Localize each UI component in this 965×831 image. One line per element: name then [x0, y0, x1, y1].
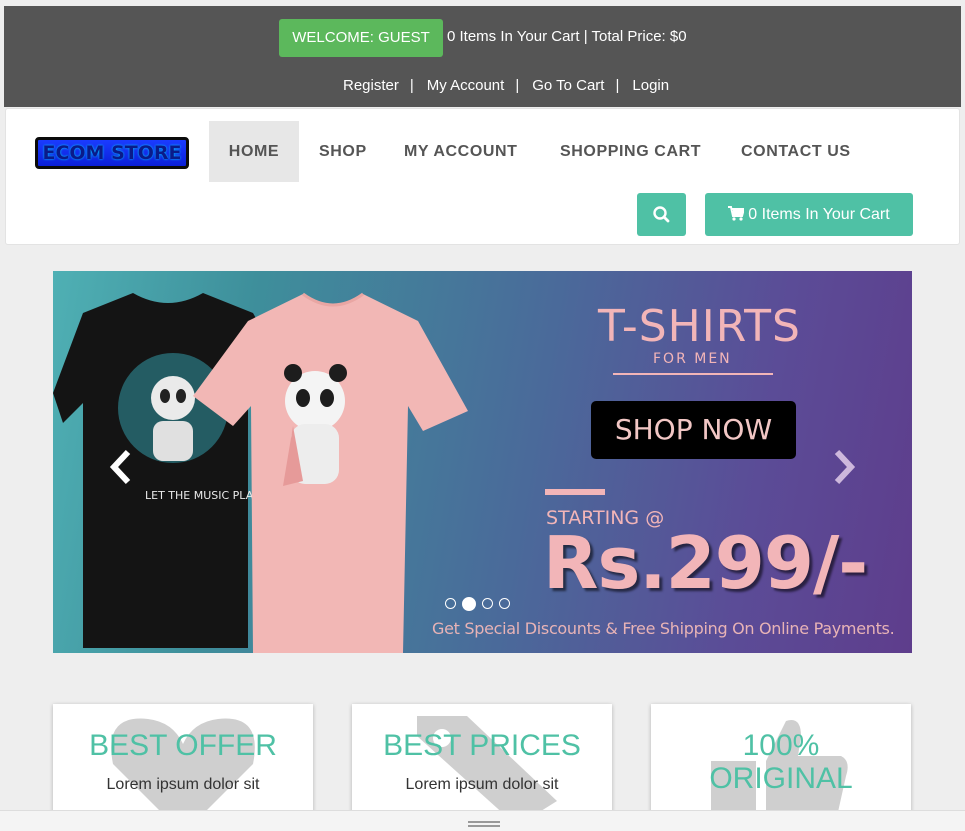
shopping-cart-icon: [728, 206, 746, 221]
box-text: Lorem ipsum dolor sit: [106, 776, 260, 793]
nav-my-account[interactable]: MY ACCOUNT: [404, 121, 518, 182]
cart-button-label: 0 Items In Your Cart: [748, 206, 890, 223]
register-link[interactable]: Register: [343, 77, 399, 94]
banner-title: T-SHIRTS: [598, 301, 801, 352]
carousel-dot-2[interactable]: [462, 596, 476, 611]
browser-viewport: WELCOME: GUEST 0 Items In Your Cart | To…: [4, 4, 961, 810]
nav-shopping-cart[interactable]: SHOPPING CART: [560, 121, 701, 182]
main-navbar: ECOM STORE HOME SHOP MY ACCOUNT SHOPPING…: [5, 108, 960, 245]
search-button[interactable]: [637, 193, 686, 236]
my-account-link[interactable]: My Account: [427, 77, 505, 94]
banner-discount-text: Get Special Discounts & Free Shipping On…: [432, 619, 895, 638]
pink-tshirt-image: [193, 292, 468, 653]
hero-carousel: LET THE MUSIC PLAY T-SHIRTS FOR MEN SHOP…: [53, 271, 912, 653]
box-text: Lorem ipsum dolor sit: [405, 776, 559, 793]
carousel-dot-3[interactable]: [482, 598, 493, 610]
search-icon: [653, 206, 670, 223]
box-title: 100% ORIGINAL: [709, 729, 853, 795]
cart-summary-text: 0 Items In Your Cart | Total Price: $0: [447, 28, 687, 45]
feature-box-best-offer: BEST OFFER Lorem ipsum dolor sit: [53, 704, 313, 810]
top-links: Register | My Account | Go To Cart | Login: [343, 77, 670, 94]
resize-grip-icon[interactable]: [468, 821, 500, 827]
top-bar: WELCOME: GUEST 0 Items In Your Cart | To…: [4, 6, 961, 107]
nav-shop[interactable]: SHOP: [319, 121, 367, 182]
cart-button[interactable]: 0 Items In Your Cart: [705, 193, 913, 236]
banner-price: Rs.299/-: [543, 521, 868, 605]
banner-divider: [613, 373, 773, 375]
box-title: BEST PRICES: [383, 729, 581, 762]
nav-contact-us[interactable]: CONTACT US: [741, 121, 851, 182]
go-to-cart-link[interactable]: Go To Cart: [532, 77, 604, 94]
carousel-dot-1[interactable]: [445, 598, 456, 610]
login-link[interactable]: Login: [632, 77, 669, 94]
banner-subtitle: FOR MEN: [653, 351, 732, 367]
nav-home[interactable]: HOME: [209, 121, 299, 182]
price-accent-bar: [545, 489, 605, 495]
feature-box-original: 100% ORIGINAL: [651, 704, 911, 810]
shop-now-button[interactable]: SHOP NOW: [591, 401, 796, 459]
store-logo[interactable]: ECOM STORE: [35, 137, 189, 169]
carousel-dot-4[interactable]: [499, 598, 510, 610]
carousel-indicators: [445, 595, 516, 613]
carousel-prev-arrow[interactable]: [108, 449, 134, 485]
carousel-next-arrow[interactable]: [831, 449, 857, 485]
window-bottom-bar: [0, 810, 965, 831]
box-title: BEST OFFER: [89, 729, 277, 762]
welcome-button[interactable]: WELCOME: GUEST: [279, 19, 443, 57]
feature-box-best-prices: BEST PRICES Lorem ipsum dolor sit: [352, 704, 612, 810]
